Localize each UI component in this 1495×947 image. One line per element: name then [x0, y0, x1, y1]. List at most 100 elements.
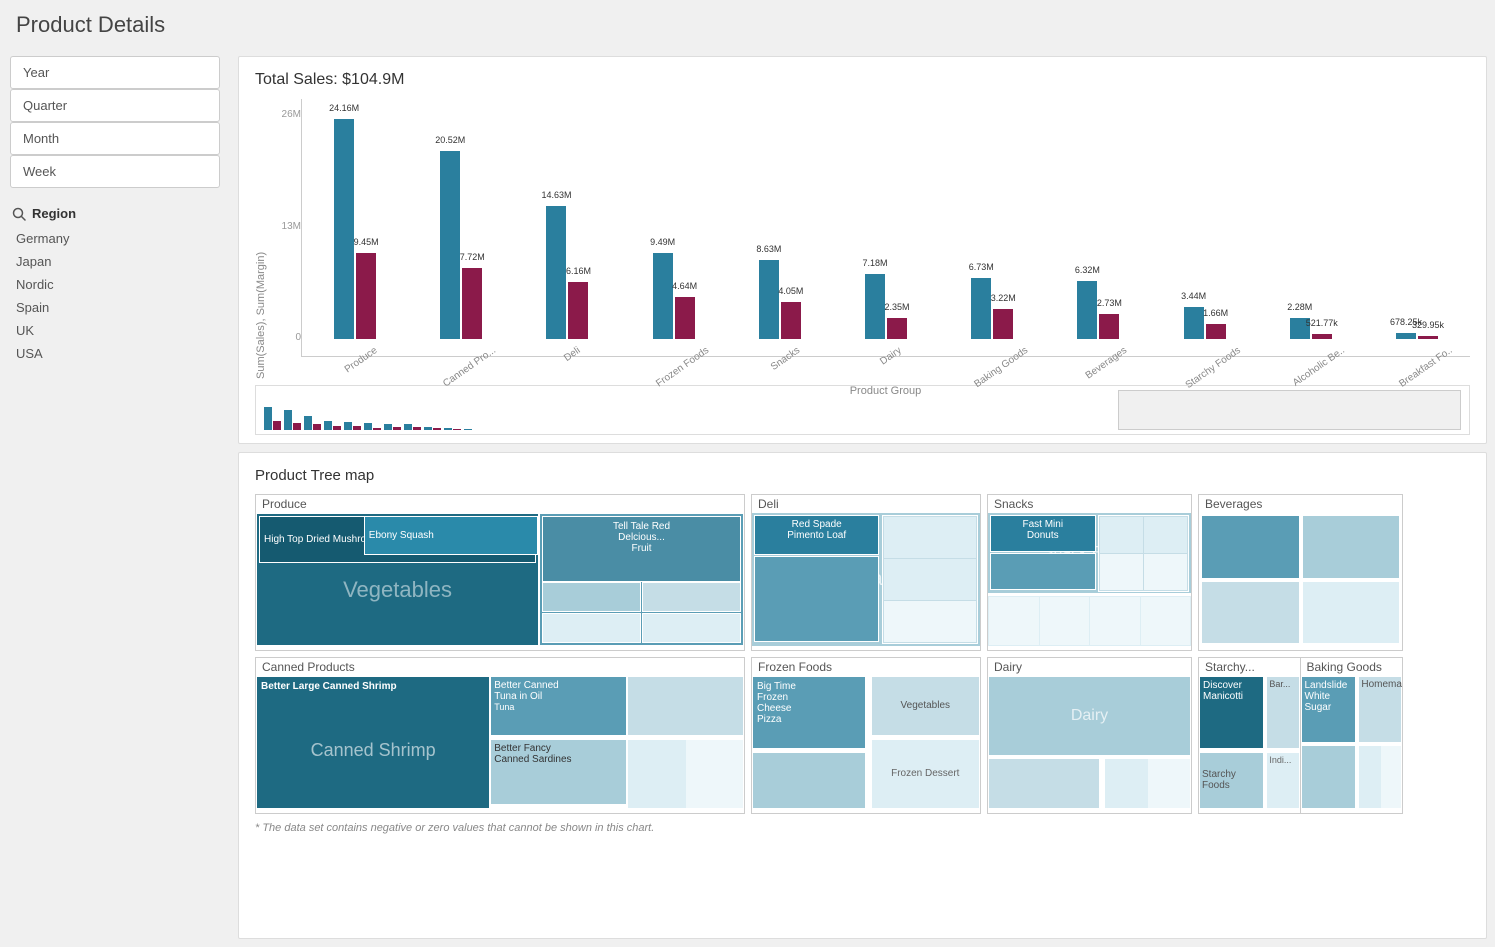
bar-sales-6[interactable]: 6.73M: [971, 278, 991, 339]
sidebar-filter-quarter[interactable]: Quarter: [10, 89, 220, 122]
tm-bev-2: [1302, 515, 1401, 579]
tm-frozen-mid: [752, 752, 866, 809]
x-label-1: Canned Pro...: [442, 345, 499, 389]
tm-deli-mid: [754, 556, 879, 642]
x-label-2: Deli: [562, 345, 582, 364]
tm-snacks-bottom: [988, 595, 1191, 646]
tm-starchy-foods-block: Starchy Foods: [1199, 752, 1264, 809]
bar-group-3: 9.49M4.64MFrozen Foods: [621, 109, 727, 356]
bar-margin-1[interactable]: 7.72M: [462, 268, 482, 339]
tm-vegetables: High Top Dried Mushrooms Ebony Squash Ve…: [256, 513, 539, 646]
frozen-label: Frozen Foods: [752, 658, 980, 676]
bar-margin-3[interactable]: 4.64M: [675, 297, 695, 339]
bar-sales-2[interactable]: 14.63M: [546, 206, 566, 339]
main-content: Total Sales: $104.9M Sum(Sales), Sum(Mar…: [230, 48, 1495, 947]
tm-red-spade: Red SpadePimento Loaf: [754, 515, 879, 555]
bar-sales-10[interactable]: 678.25k: [1396, 333, 1416, 339]
bar-sales-0[interactable]: 24.16M: [334, 119, 354, 339]
sidebar-filter-week[interactable]: Week: [10, 155, 220, 188]
bar-group-5: 7.18M2.35MDairy: [833, 109, 939, 356]
chart-title: Total Sales: $104.9M: [255, 71, 1470, 89]
tm-fruit-small: [542, 582, 741, 643]
bar-group-0: 24.16M9.45MProduce: [302, 109, 408, 356]
region-item-germany[interactable]: Germany: [10, 227, 220, 250]
treemap-section-deli: Deli Meat Red SpadePimento Loaf: [751, 494, 981, 651]
bar-sales-3[interactable]: 9.49M: [653, 253, 673, 339]
sidebar-filter-month[interactable]: Month: [10, 122, 220, 155]
tm-frozen-dessert: Frozen Dessert: [871, 739, 980, 810]
treemap-section-dairy: Dairy Dairy: [987, 657, 1192, 814]
bar-margin-5[interactable]: 2.35M: [887, 318, 907, 339]
treemap-section-snacks: Snacks Snack Foods Fast MiniDonuts: [987, 494, 1192, 651]
x-label-5: Dairy: [879, 345, 904, 367]
bar-group-1: 20.52M7.72MCanned Pro...: [408, 109, 514, 356]
tm-baking-mid: [1301, 745, 1357, 809]
tm-deli-right: [882, 515, 978, 644]
region-section-label: Region: [10, 206, 220, 221]
x-label-6: Baking Goods: [972, 345, 1030, 390]
canned-label: Canned Products: [256, 658, 744, 676]
deli-label: Deli: [752, 495, 980, 513]
tm-vegetables-frozen: Vegetables: [871, 676, 980, 736]
bar-sales-5[interactable]: 7.18M: [865, 274, 885, 339]
treemap-footnote: * The data set contains negative or zero…: [255, 822, 1470, 834]
x-label-10: Breakfast Fo..: [1397, 345, 1454, 390]
tm-bev-1: [1201, 515, 1300, 579]
bar-sales-1[interactable]: 20.52M: [440, 151, 460, 339]
tm-ebony: Ebony Squash: [364, 516, 538, 555]
region-item-japan[interactable]: Japan: [10, 250, 220, 273]
x-label-4: Snacks: [769, 345, 802, 373]
tm-dairy-label: Dairy: [988, 676, 1191, 756]
x-label-7: Beverages: [1083, 345, 1128, 381]
region-item-nordic[interactable]: Nordic: [10, 273, 220, 296]
tm-fruit: Tell Tale RedDelcious...Fruit: [539, 513, 744, 646]
chart-panel: Total Sales: $104.9M Sum(Sales), Sum(Mar…: [238, 56, 1487, 444]
bar-margin-10[interactable]: 329.95k: [1418, 336, 1438, 339]
y-axis-label: Sum(Sales), Sum(Margin): [255, 99, 267, 379]
bar-sales-7[interactable]: 6.32M: [1077, 281, 1097, 339]
bar-margin-0[interactable]: 9.45M: [356, 253, 376, 339]
treemap-section-frozen: Frozen Foods Big TimeFrozenCheesePizza V…: [751, 657, 981, 814]
bar-margin-9[interactable]: 521.77k: [1312, 334, 1332, 339]
bar-group-9: 2.28M521.77kAlcoholic Be..: [1258, 109, 1364, 356]
x-label-0: Produce: [343, 345, 380, 375]
tm-canned-shrimp-label: Canned Shrimp: [311, 740, 436, 761]
bar-group-6: 6.73M3.22MBaking Goods: [939, 109, 1045, 356]
bar-sales-4[interactable]: 8.63M: [759, 260, 779, 339]
snacks-label: Snacks: [988, 495, 1191, 513]
treemap-panel: Product Tree map Produce High Top Dried …: [238, 452, 1487, 939]
tm-sardines: Better FancyCanned Sardines: [490, 739, 627, 806]
tm-baking: Baking Goods Landslide White Sugar Homem…: [1301, 658, 1403, 813]
beverages-label: Beverages: [1199, 495, 1402, 513]
x-label-9: Alcoholic Be..: [1291, 345, 1347, 389]
sidebar-filter-year[interactable]: Year: [10, 56, 220, 89]
region-item-spain[interactable]: Spain: [10, 296, 220, 319]
tm-starchy: Starchy... Discover Manicotti Starchy Fo…: [1199, 658, 1301, 813]
tm-tuna: Better CannedTuna in OilTuna: [490, 676, 627, 736]
tm-canned-shrimp: Better Large Canned Shrimp Canned Shrimp: [256, 676, 490, 809]
tm-dairy-bl: [988, 758, 1100, 809]
bar-margin-7[interactable]: 2.73M: [1099, 314, 1119, 339]
bar-margin-8[interactable]: 1.66M: [1206, 324, 1226, 339]
dairy-label: Dairy: [988, 658, 1191, 676]
tm-pizza: Big TimeFrozenCheesePizza: [752, 676, 866, 749]
page-title: Product Details: [0, 0, 1495, 48]
tm-starchy-r1: Bar...: [1266, 676, 1299, 749]
bar-sales-8[interactable]: 3.44M: [1184, 307, 1204, 339]
tm-fast-mini: Fast MiniDonuts: [990, 515, 1096, 552]
region-item-usa[interactable]: USA: [10, 342, 220, 365]
tm-homemade: Homemade: [1358, 676, 1402, 743]
x-axis-title: Product Group: [301, 385, 1470, 397]
bar-margin-2[interactable]: 6.16M: [568, 282, 588, 339]
baking-label: Baking Goods: [1301, 658, 1403, 676]
tm-telltale: Tell Tale RedDelcious...Fruit: [542, 516, 741, 582]
tm-white-sugar: Landslide White Sugar: [1301, 676, 1357, 743]
bar-margin-4[interactable]: 4.05M: [781, 302, 801, 339]
region-item-uk[interactable]: UK: [10, 319, 220, 342]
tm-snacks-mid: [990, 553, 1096, 590]
tm-veg-label: Vegetables: [343, 577, 452, 603]
treemap-section-beverages: Beverages: [1198, 494, 1403, 651]
tm-manicotti: Discover Manicotti: [1199, 676, 1264, 749]
x-label-3: Frozen Foods: [654, 345, 711, 389]
bar-margin-6[interactable]: 3.22M: [993, 309, 1013, 339]
